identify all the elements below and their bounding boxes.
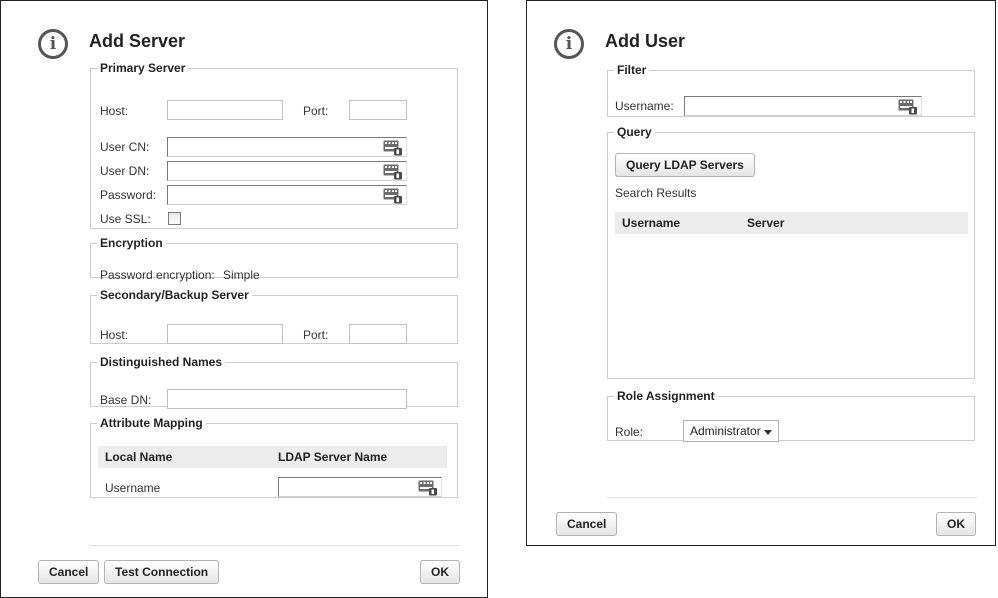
primary-host-input[interactable] xyxy=(167,100,283,120)
query-ldap-servers-button[interactable]: Query LDAP Servers xyxy=(615,153,755,177)
group-legend: Secondary/Backup Server xyxy=(100,288,249,302)
info-icon: i xyxy=(38,29,68,59)
use-ssl-checkbox[interactable] xyxy=(168,212,181,225)
group-legend: Primary Server xyxy=(100,61,186,75)
password-encryption-value: Simple xyxy=(223,268,260,282)
cancel-button[interactable]: Cancel xyxy=(556,512,618,536)
attribute-mapping-group: Attribute Mapping Local Name LDAP Server… xyxy=(90,416,458,498)
role-assignment-group: Role Assignment Role: Administrator xyxy=(607,389,975,442)
password-input[interactable] xyxy=(168,186,380,204)
host-label: Host: xyxy=(100,328,129,342)
dialog-title: Add User xyxy=(605,31,686,51)
password-field xyxy=(167,185,407,205)
port-label: Port: xyxy=(303,104,329,118)
ldap-username-input[interactable] xyxy=(279,478,415,496)
password-label: Password: xyxy=(100,188,157,202)
results-table-body xyxy=(615,234,968,374)
add-server-dialog: i Add Server Primary Server Host: Port: … xyxy=(0,0,488,598)
search-results-label: Search Results xyxy=(615,186,697,200)
encryption-group: Encryption Password encryption: Simple xyxy=(90,236,458,282)
group-legend: Role Assignment xyxy=(617,389,715,403)
primary-port-input[interactable] xyxy=(349,100,407,120)
group-legend: Distinguished Names xyxy=(100,355,223,369)
secondary-port-input[interactable] xyxy=(349,324,407,344)
password-encryption-label: Password encryption: xyxy=(100,268,215,282)
ok-button[interactable]: OK xyxy=(936,512,976,536)
use-ssl-label: Use SSL: xyxy=(100,212,151,226)
keyboard-icon[interactable] xyxy=(383,164,403,180)
role-label: Role: xyxy=(615,425,644,439)
user-dn-field xyxy=(167,161,407,181)
keyboard-icon[interactable] xyxy=(383,140,403,156)
username-label: Username: xyxy=(615,99,674,113)
results-table-header: Username Server xyxy=(615,212,968,234)
distinguished-names-group: Distinguished Names Base DN: xyxy=(90,355,458,409)
secondary-host-input[interactable] xyxy=(167,324,283,344)
test-connection-button[interactable]: Test Connection xyxy=(104,560,220,584)
user-cn-label: User CN: xyxy=(100,140,150,154)
col-username: Username xyxy=(622,216,681,230)
group-legend: Encryption xyxy=(100,236,163,250)
user-dn-label: User DN: xyxy=(100,164,150,178)
cancel-button[interactable]: Cancel xyxy=(38,560,100,584)
group-legend: Filter xyxy=(617,63,647,77)
ldap-username-field xyxy=(278,477,442,497)
col-ldap-server-name: LDAP Server Name xyxy=(278,450,388,464)
user-cn-field xyxy=(167,137,407,157)
username-filter-field xyxy=(684,96,922,116)
footer-divider xyxy=(607,497,977,498)
dialog-title: Add Server xyxy=(89,31,186,51)
col-local-name: Local Name xyxy=(105,450,173,464)
host-label: Host: xyxy=(100,104,129,118)
keyboard-icon[interactable] xyxy=(418,480,438,496)
secondary-server-group: Secondary/Backup Server Host: Port: xyxy=(90,288,458,344)
user-cn-input[interactable] xyxy=(168,138,380,156)
query-group: Query Query LDAP Servers Search Results … xyxy=(607,125,975,379)
group-legend: Query xyxy=(617,125,652,139)
add-user-dialog: i Add User Filter Username: Query Query … xyxy=(526,0,996,546)
ok-button[interactable]: OK xyxy=(420,560,460,584)
keyboard-icon[interactable] xyxy=(383,188,403,204)
role-selected-value: Administrator xyxy=(690,424,761,438)
base-dn-input[interactable] xyxy=(167,389,407,409)
footer-divider xyxy=(89,545,459,546)
role-select[interactable]: Administrator xyxy=(683,420,779,442)
mapping-table-header: Local Name LDAP Server Name xyxy=(98,446,447,468)
username-filter-input[interactable] xyxy=(685,97,895,115)
mapping-row-label: Username xyxy=(105,481,161,495)
primary-server-group: Primary Server Host: Port: User CN: User… xyxy=(90,61,458,229)
chevron-down-icon xyxy=(764,430,772,435)
info-icon: i xyxy=(554,29,584,59)
group-legend: Attribute Mapping xyxy=(100,416,203,430)
port-label: Port: xyxy=(303,328,329,342)
col-server: Server xyxy=(747,216,785,230)
filter-group: Filter Username: xyxy=(607,63,975,117)
base-dn-label: Base DN: xyxy=(100,393,152,407)
user-dn-input[interactable] xyxy=(168,162,380,180)
keyboard-icon[interactable] xyxy=(898,99,918,115)
